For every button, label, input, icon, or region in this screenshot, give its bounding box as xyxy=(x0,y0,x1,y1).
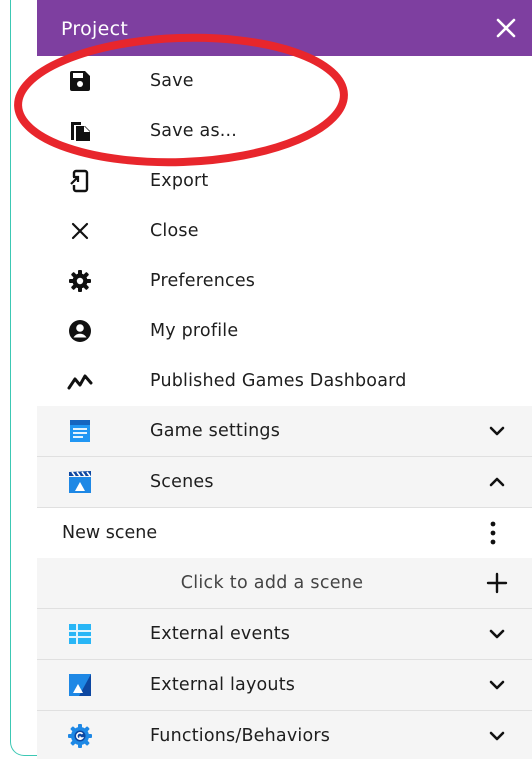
chevron-up-icon xyxy=(489,477,505,487)
menu-item-my-profile[interactable]: My profile xyxy=(37,306,532,356)
more-options-icon[interactable] xyxy=(488,520,498,546)
section-label: External events xyxy=(150,624,291,644)
menu-item-save[interactable]: Save xyxy=(37,56,532,106)
external-layouts-icon xyxy=(67,672,93,698)
game-settings-icon xyxy=(67,418,93,444)
scene-item-new-scene[interactable]: New scene xyxy=(37,508,532,559)
scene-item-label: New scene xyxy=(62,523,158,543)
menu-item-label: Export xyxy=(150,171,209,191)
export-icon xyxy=(67,168,93,194)
functions-icon xyxy=(67,723,93,749)
section-label: Functions/Behaviors xyxy=(150,726,331,746)
menu-item-export[interactable]: Export xyxy=(37,156,532,206)
close-icon xyxy=(496,18,516,38)
section-scenes[interactable]: Scenes xyxy=(37,457,532,508)
project-manager-panel: Project Save Save as... Export Close Pre… xyxy=(37,0,532,759)
section-external-layouts[interactable]: External layouts xyxy=(37,660,532,711)
section-functions-behaviors[interactable]: Functions/Behaviors xyxy=(37,711,532,759)
section-label: External layouts xyxy=(150,675,296,695)
menu-item-published-games-dashboard[interactable]: Published Games Dashboard xyxy=(37,356,532,406)
external-events-icon xyxy=(67,621,93,647)
add-scene-row[interactable]: Click to add a scene xyxy=(37,558,532,609)
panel-title-bar: Project xyxy=(37,0,532,56)
scenes-icon xyxy=(67,469,93,495)
chevron-down-icon xyxy=(489,426,505,436)
section-game-settings[interactable]: Game settings xyxy=(37,406,532,457)
save-icon xyxy=(67,68,93,94)
section-label: Scenes xyxy=(150,472,214,492)
section-label: Game settings xyxy=(150,421,281,441)
chevron-down-icon xyxy=(489,680,505,690)
menu-item-preferences[interactable]: Preferences xyxy=(37,256,532,306)
menu-item-label: Save as... xyxy=(150,121,238,141)
analytics-icon xyxy=(67,368,93,394)
chevron-down-icon xyxy=(489,629,505,639)
menu-item-label: Published Games Dashboard xyxy=(150,371,407,391)
save-as-icon xyxy=(67,118,93,144)
section-external-events[interactable]: External events xyxy=(37,609,532,660)
menu-item-label: Close xyxy=(150,221,199,241)
close-panel-button[interactable] xyxy=(490,12,522,44)
menu-item-label: Preferences xyxy=(150,271,256,291)
menu-item-save-as[interactable]: Save as... xyxy=(37,106,532,156)
account-icon xyxy=(67,318,93,344)
panel-title: Project xyxy=(61,18,129,40)
menu-item-label: Save xyxy=(150,71,194,91)
menu-item-label: My profile xyxy=(150,321,239,341)
menu-item-close[interactable]: Close xyxy=(37,206,532,256)
chevron-down-icon xyxy=(489,731,505,741)
add-scene-label: Click to add a scene xyxy=(180,573,364,593)
gear-icon xyxy=(67,268,93,294)
close-icon xyxy=(67,218,93,244)
plus-icon xyxy=(486,572,508,594)
